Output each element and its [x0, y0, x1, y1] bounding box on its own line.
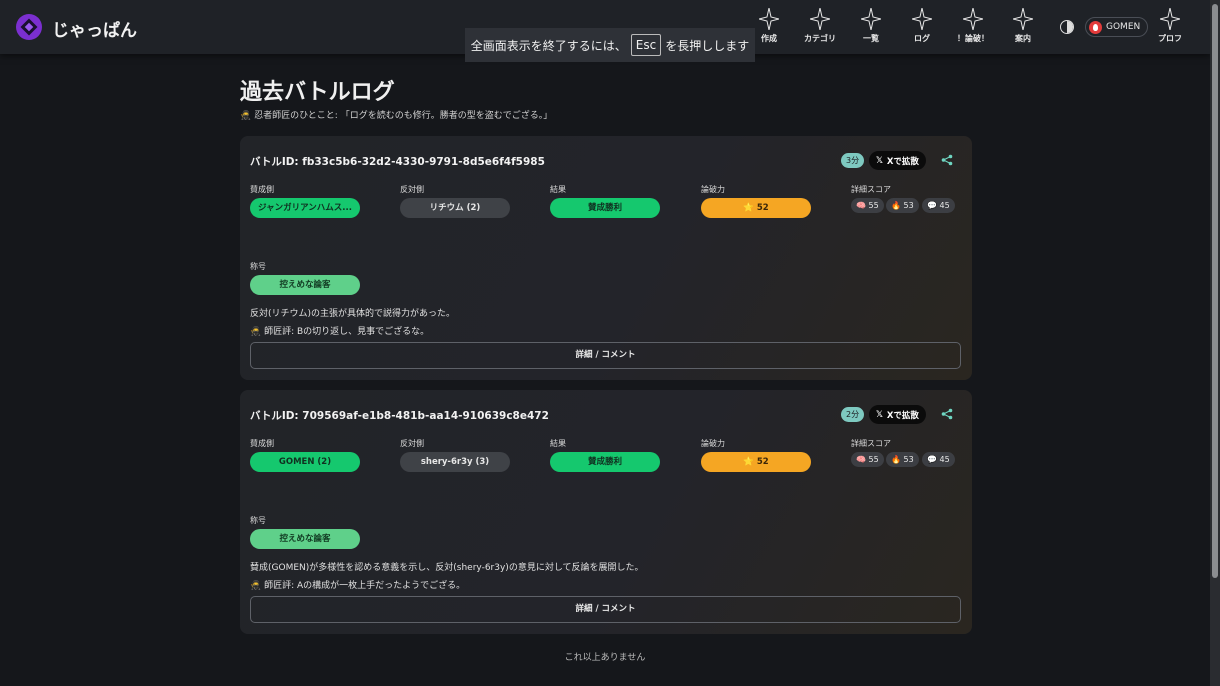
passion-score: 🔥 53	[886, 452, 919, 467]
con-side-pill: shery-6r3y (3)	[400, 452, 510, 472]
share-icon[interactable]	[941, 408, 953, 420]
page-title: 過去バトルログ	[240, 80, 395, 105]
passion-score: 🔥 53	[886, 198, 919, 213]
rank-label: 称号	[250, 262, 266, 271]
sparkle-icon	[759, 8, 779, 30]
battle-summary: 賛成(GOMEN)が多様性を認める意義を示し、反対(shery-6r3y)の意見…	[250, 563, 644, 573]
speech-score: 💬 45	[922, 198, 955, 213]
x-share-button[interactable]: 𝕏 Xで拡散	[869, 151, 926, 170]
sparkle-icon	[810, 8, 830, 30]
power-label: 論破力	[701, 185, 725, 194]
speech-score: 💬 45	[922, 452, 955, 467]
con-label: 反対側	[400, 439, 424, 448]
nav-label: ログ	[914, 34, 930, 43]
x-share-label: Xで拡散	[886, 410, 919, 421]
power-label: 論破力	[701, 439, 725, 448]
battle-summary: 反対(リチウム)の主張が具体的で説得力があった。	[250, 309, 456, 319]
nav-category[interactable]: カテゴリ	[795, 8, 845, 44]
time-badge: 3分	[841, 153, 865, 168]
user-menu[interactable]: GOMEN	[1085, 17, 1149, 37]
logic-score: 🧠 55	[851, 452, 884, 467]
result-pill: 賛成勝利	[550, 452, 660, 472]
scrollbar-track[interactable]	[1210, 0, 1220, 686]
battle-id: バトルID: 709569af-e1b8-481b-aa14-910639c8e…	[250, 410, 549, 422]
sparkle-icon	[912, 8, 932, 30]
battle-card: バトルID: fb33c5b6-32d2-4330-9791-8d5e6f4f5…	[240, 136, 972, 380]
rank-pill: 控えめな論客	[250, 529, 360, 549]
sparkle-icon	[963, 8, 983, 30]
x-share-label: Xで拡散	[886, 156, 919, 167]
battle-id: バトルID: fb33c5b6-32d2-4330-9791-8d5e6f4f5…	[250, 156, 545, 168]
pro-label: 賛成側	[250, 439, 274, 448]
master-comment: 🥷 師匠評: Aの構成が一枚上手だったようでござる。	[250, 581, 466, 591]
power-pill: ⭐ 52	[701, 198, 811, 218]
master-comment: 🥷 師匠評: Bの切り返し、見事でござるな。	[250, 327, 430, 337]
con-label: 反対側	[400, 185, 424, 194]
battle-card: バトルID: 709569af-e1b8-481b-aa14-910639c8e…	[240, 390, 972, 634]
brand-name[interactable]: じゃっぱん	[52, 16, 137, 41]
result-label: 結果	[550, 185, 566, 194]
sparkle-icon	[1160, 8, 1180, 30]
pro-side-pill: GOMEN (2)	[250, 452, 360, 472]
logic-score: 🧠 55	[851, 198, 884, 213]
nav-log[interactable]: ログ	[897, 8, 947, 44]
toast-text-before: 全画面表示を終了するには、	[470, 38, 627, 53]
scores-label: 詳細スコア	[851, 185, 891, 194]
theme-toggle-icon[interactable]	[1060, 20, 1074, 34]
nav-label: 一覧	[863, 34, 879, 43]
time-badge: 2分	[841, 407, 865, 422]
nav-label: カテゴリ	[804, 34, 836, 43]
x-logo-icon: 𝕏	[876, 409, 883, 420]
fullscreen-exit-toast: 全画面表示を終了するには、 Esc を長押しします	[465, 28, 755, 62]
end-of-list-text: これ以上ありません	[564, 653, 646, 663]
nav-label: プロフ	[1158, 34, 1182, 43]
detail-comment-button[interactable]: 詳細 / コメント	[250, 596, 961, 623]
esc-key: Esc	[630, 34, 662, 56]
flame-avatar-icon	[1089, 20, 1102, 34]
result-label: 結果	[550, 439, 566, 448]
scrollbar-thumb[interactable]	[1212, 4, 1218, 578]
result-pill: 賛成勝利	[550, 198, 660, 218]
logo-icon[interactable]	[16, 14, 42, 40]
sparkle-icon	[861, 8, 881, 30]
rank-pill: 控えめな論客	[250, 275, 360, 295]
x-logo-icon: 𝕏	[876, 155, 883, 166]
ninja-quote: 🥷 忍者師匠のひとこと: 「ログを読むのも修行。勝者の型を盗むでござる。」	[240, 111, 553, 121]
toast-text-after: を長押しします	[665, 38, 750, 53]
nav-profile[interactable]: プロフ	[1145, 8, 1195, 44]
power-pill: ⭐ 52	[701, 452, 811, 472]
nav-label: ！論破！	[957, 34, 989, 43]
share-icon[interactable]	[941, 154, 953, 166]
nav-guide[interactable]: 案内	[998, 8, 1048, 44]
pro-label: 賛成側	[250, 185, 274, 194]
sparkle-icon	[1013, 8, 1033, 30]
x-share-button[interactable]: 𝕏 Xで拡散	[869, 405, 926, 424]
nav-list[interactable]: 一覧	[846, 8, 896, 44]
rank-label: 称号	[250, 516, 266, 525]
detail-comment-button[interactable]: 詳細 / コメント	[250, 342, 961, 369]
user-name: GOMEN	[1106, 22, 1141, 32]
scores-label: 詳細スコア	[851, 439, 891, 448]
pro-side-pill: ジャンガリアンハムス...	[250, 198, 360, 218]
nav-ronpa[interactable]: ！論破！	[948, 8, 998, 44]
con-side-pill: リチウム (2)	[400, 198, 510, 218]
nav-label: 案内	[1015, 34, 1031, 43]
